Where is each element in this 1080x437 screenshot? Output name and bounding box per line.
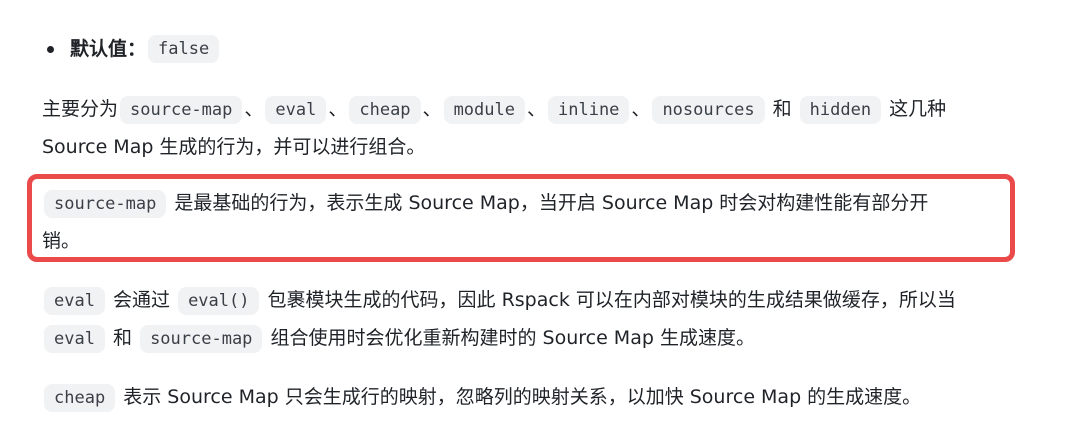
code-source-map-b: source-map [140,325,263,353]
code-source-map: source-map [120,96,243,124]
code-hidden: hidden [799,96,882,124]
code-nosources: nosources [652,96,765,124]
code-cheap-b: cheap [44,384,116,412]
code-eval: eval [265,96,327,124]
paragraph-cheap: cheap 表示 Source Map 只会生成行的映射，忽略列的映射关系，以加… [42,378,921,416]
paragraph-overview: 主要分为 source-map、 eval、 cheap、 module、 inline、… [42,90,946,166]
code-cheap: cheap [349,96,421,124]
code-inline: inline [548,96,630,124]
paragraph-eval-line1: eval 会通过 eval() 包裹模块生成的代码，因此 Rspack 可以在内… [42,281,956,319]
paragraph-eval-line2: eval 和 source-map 组合使用时会优化重新构建时的 Source … [42,319,956,357]
code-eval-fn: eval() [178,287,260,315]
default-label: 默认值： [70,38,147,60]
paragraph-eval: eval 会通过 eval() 包裹模块生成的代码，因此 Rspack 可以在内… [42,281,956,357]
paragraph-overview-line2: Source Map 生成的行为，并可以进行组合。 [42,136,426,158]
code-eval-b: eval [44,325,105,353]
bullet-icon [47,45,54,53]
code-eval-a: eval [44,287,105,315]
highlight-box [27,174,1015,262]
paragraph-cheap-line: cheap 表示 Source Map 只会生成行的映射，忽略列的映射关系，以加… [42,378,921,416]
default-value-item: 默认值： false [42,31,221,67]
paragraph-overview-line1: 主要分为 source-map、 eval、 cheap、 module、 inline、… [42,90,946,128]
code-module: module [443,96,525,124]
default-value-code: false [148,35,220,63]
